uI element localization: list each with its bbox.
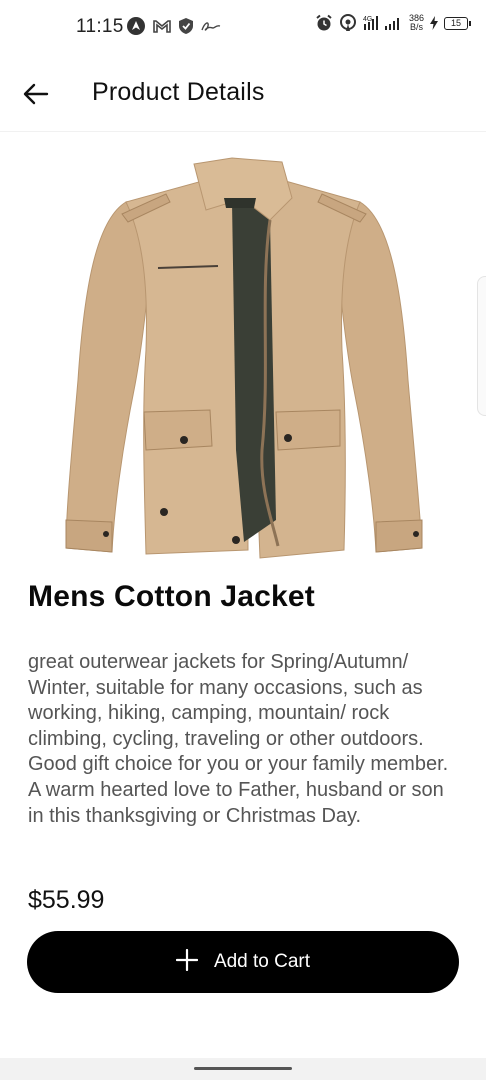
signature-app-icon [200, 19, 222, 33]
svg-text:4G: 4G [363, 16, 372, 23]
plus-icon [175, 945, 199, 975]
product-price: $55.99 [28, 886, 105, 914]
notification-icons [126, 16, 222, 36]
product-description: great outerwear jackets for Spring/Autum… [28, 651, 449, 827]
net-speed-unit: B/s [409, 22, 423, 32]
gmail-icon [152, 18, 172, 34]
app-bar: Product Details [0, 56, 486, 132]
alarm-icon [315, 14, 333, 32]
status-bar: 11:15 4G 386 B/s 15 [0, 0, 486, 56]
back-button[interactable] [18, 76, 54, 112]
system-icons: 4G 386 B/s 15 [315, 14, 471, 32]
battery-icon: 15 [444, 16, 471, 30]
add-to-cart-button[interactable]: Add to Cart [27, 931, 459, 993]
nav-arrow-icon [126, 16, 146, 36]
add-to-cart-label: Add to Cart [213, 951, 311, 972]
arrow-left-icon [23, 83, 49, 105]
shield-icon [178, 17, 194, 35]
product-name: Mens Cotton Jacket [28, 580, 315, 613]
signal-4g-icon: 4G [363, 14, 403, 32]
status-time: 11:15 [76, 16, 124, 37]
page-title: Product Details [92, 78, 265, 106]
charging-icon [430, 16, 438, 30]
home-indicator[interactable] [194, 1067, 292, 1070]
net-speed: 386 B/s [409, 14, 424, 32]
product-image [56, 150, 432, 570]
hotspot-icon [339, 14, 357, 32]
edge-panel-handle[interactable] [477, 276, 486, 416]
system-nav-bar [0, 1058, 486, 1080]
